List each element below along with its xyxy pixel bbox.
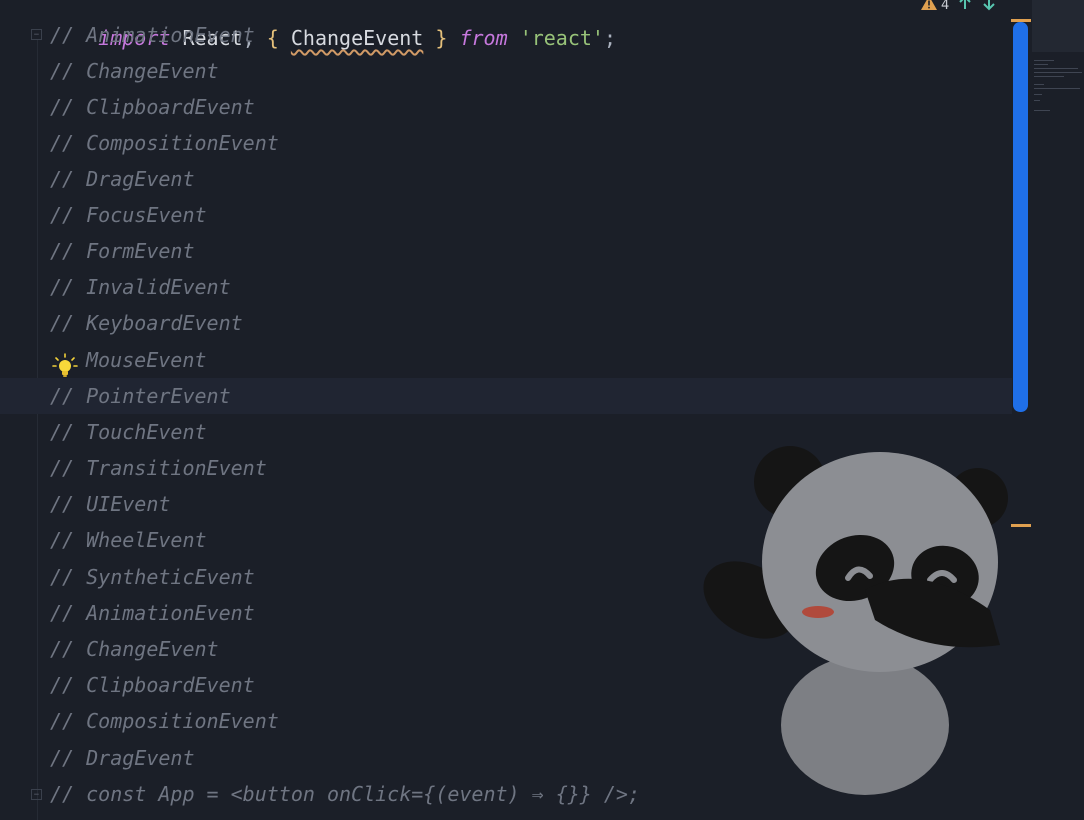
code-comment: // SyntheticEvent bbox=[50, 565, 255, 589]
code-comment: // DragEvent bbox=[50, 746, 195, 770]
minimap-viewport[interactable] bbox=[1032, 0, 1084, 52]
code-line[interactable]: // ChangeEvent bbox=[0, 53, 1012, 89]
warning-icon bbox=[920, 0, 938, 15]
warning-counter[interactable]: 4 bbox=[920, 0, 949, 15]
code-line[interactable]: // CompositionEvent bbox=[0, 125, 1012, 161]
code-comment: // ChangeEvent bbox=[50, 637, 219, 661]
code-comment: // InvalidEvent bbox=[50, 275, 231, 299]
code-line[interactable]: // ClipboardEvent bbox=[0, 89, 1012, 125]
lightbulb-icon[interactable] bbox=[51, 352, 79, 380]
minimap[interactable] bbox=[1034, 54, 1084, 124]
arrow-up-icon[interactable] bbox=[957, 0, 973, 15]
inspection-status[interactable]: 4 bbox=[920, 0, 997, 16]
code-comment: // CompositionEvent bbox=[50, 709, 279, 733]
code-comment: // CompositionEvent bbox=[50, 131, 279, 155]
code-line[interactable]: // FocusEvent bbox=[0, 197, 1012, 233]
code-comment: // TransitionEvent bbox=[50, 456, 267, 480]
code-line[interactable]: // FormEvent bbox=[0, 233, 1012, 269]
code-comment: // FormEvent bbox=[50, 239, 195, 263]
code-comment: // TouchEvent bbox=[50, 420, 207, 444]
code-comment: // DragEvent bbox=[50, 167, 195, 191]
code-comment: // KeyboardEvent bbox=[50, 311, 243, 335]
code-line[interactable]: // DragEvent bbox=[0, 161, 1012, 197]
code-line-current[interactable]: // PointerEvent bbox=[0, 378, 1012, 414]
code-comment: // ClipboardEvent bbox=[50, 95, 255, 119]
code-comment-mouse-event: MouseEvent bbox=[86, 348, 207, 372]
code-editor[interactable]: − − import React, { ChangeEvent } from '… bbox=[0, 0, 1084, 820]
panda-mascot bbox=[690, 440, 1020, 800]
code-comment: // AnimationEvent bbox=[50, 23, 255, 47]
code-comment: // FocusEvent bbox=[50, 203, 207, 227]
code-comment: // UIEvent bbox=[50, 492, 171, 516]
code-line[interactable]: // InvalidEvent bbox=[0, 269, 1012, 305]
code-comment: // ClipboardEvent bbox=[50, 673, 255, 697]
code-line[interactable]: // AnimationEvent bbox=[0, 17, 1012, 53]
code-comment: // WheelEvent bbox=[50, 528, 207, 552]
code-comment: // PointerEvent bbox=[50, 384, 231, 408]
warning-count: 4 bbox=[941, 0, 950, 13]
code-line[interactable]: // KeyboardEvent bbox=[0, 305, 1012, 341]
code-comment: // const App = <button onClick={(event) … bbox=[50, 782, 641, 806]
code-comment: // ChangeEvent bbox=[50, 59, 219, 83]
arrow-down-icon[interactable] bbox=[981, 0, 997, 15]
code-comment: // AnimationEvent bbox=[50, 601, 255, 625]
vertical-scrollbar-thumb[interactable] bbox=[1013, 22, 1028, 412]
